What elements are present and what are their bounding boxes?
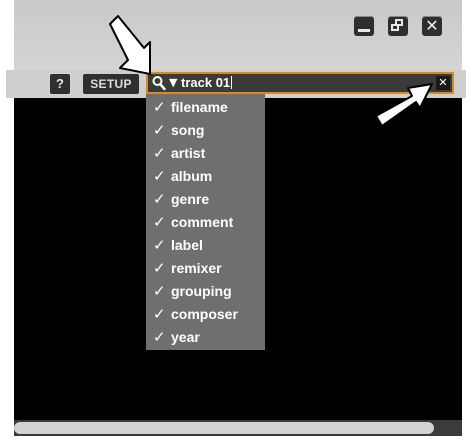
- search-query-text: track 01: [181, 75, 231, 90]
- field-menu-item-label: comment: [171, 214, 234, 230]
- field-menu-item[interactable]: ✓ song: [146, 119, 265, 142]
- checkmark-icon: ✓: [153, 236, 166, 254]
- app-window: ✕ ? SETUP ▼ track 01 ✕ ✓ filename ✓ song ✓ ar…: [6, 0, 466, 440]
- field-menu-item[interactable]: ✓ artist: [146, 142, 265, 165]
- checkmark-icon: ✓: [153, 282, 166, 300]
- window-header: ✕: [14, 0, 462, 70]
- search-field-dropdown-icon[interactable]: ▼: [169, 74, 177, 92]
- close-button[interactable]: ✕: [422, 16, 442, 36]
- checkmark-icon: ✓: [153, 98, 166, 116]
- field-menu-item[interactable]: ✓ grouping: [146, 280, 265, 303]
- field-menu-item-label: filename: [171, 99, 228, 115]
- checkmark-icon: ✓: [153, 305, 166, 323]
- callout-arrow-icon: [375, 83, 433, 127]
- help-button[interactable]: ?: [50, 74, 70, 94]
- field-menu-item[interactable]: ✓ year: [146, 326, 265, 349]
- field-menu-item-label: year: [171, 329, 200, 345]
- field-menu-item-label: song: [171, 122, 205, 138]
- field-menu-item-label: remixer: [171, 260, 222, 276]
- restore-button[interactable]: [388, 16, 408, 36]
- text-cursor: [231, 76, 233, 89]
- clear-search-button[interactable]: ✕: [436, 76, 450, 90]
- minimize-button[interactable]: [354, 16, 374, 36]
- checkmark-icon: ✓: [153, 213, 166, 231]
- scrollbar-thumb[interactable]: [14, 422, 434, 434]
- field-menu-item-label: label: [171, 237, 203, 253]
- field-menu-item[interactable]: ✓ comment: [146, 211, 265, 234]
- field-menu-item[interactable]: ✓ label: [146, 234, 265, 257]
- field-menu-item-label: album: [171, 168, 213, 184]
- checkmark-icon: ✓: [153, 144, 166, 162]
- field-menu-item[interactable]: ✓ album: [146, 165, 265, 188]
- horizontal-scrollbar[interactable]: [14, 420, 462, 436]
- field-menu-item[interactable]: ✓ composer: [146, 303, 265, 326]
- checkmark-icon: ✓: [153, 259, 166, 277]
- checkmark-icon: ✓: [153, 167, 166, 185]
- checkmark-icon: ✓: [153, 190, 166, 208]
- field-menu-item-label: artist: [171, 145, 206, 161]
- field-menu-item-label: composer: [171, 306, 238, 322]
- close-icon: ✕: [425, 16, 439, 35]
- callout-arrow-icon: [109, 15, 151, 75]
- search-field-menu: ✓ filename ✓ song ✓ artist ✓ album ✓ genre ✓ commen…: [146, 94, 265, 350]
- field-menu-item-label: grouping: [171, 283, 232, 299]
- checkmark-icon: ✓: [153, 121, 166, 139]
- field-menu-item-label: genre: [171, 191, 210, 207]
- magnifier-icon[interactable]: [152, 75, 166, 96]
- field-menu-item[interactable]: ✓ remixer: [146, 257, 265, 280]
- field-menu-item[interactable]: ✓ genre: [146, 188, 265, 211]
- checkmark-icon: ✓: [153, 328, 166, 346]
- field-menu-item[interactable]: ✓ filename: [146, 96, 265, 119]
